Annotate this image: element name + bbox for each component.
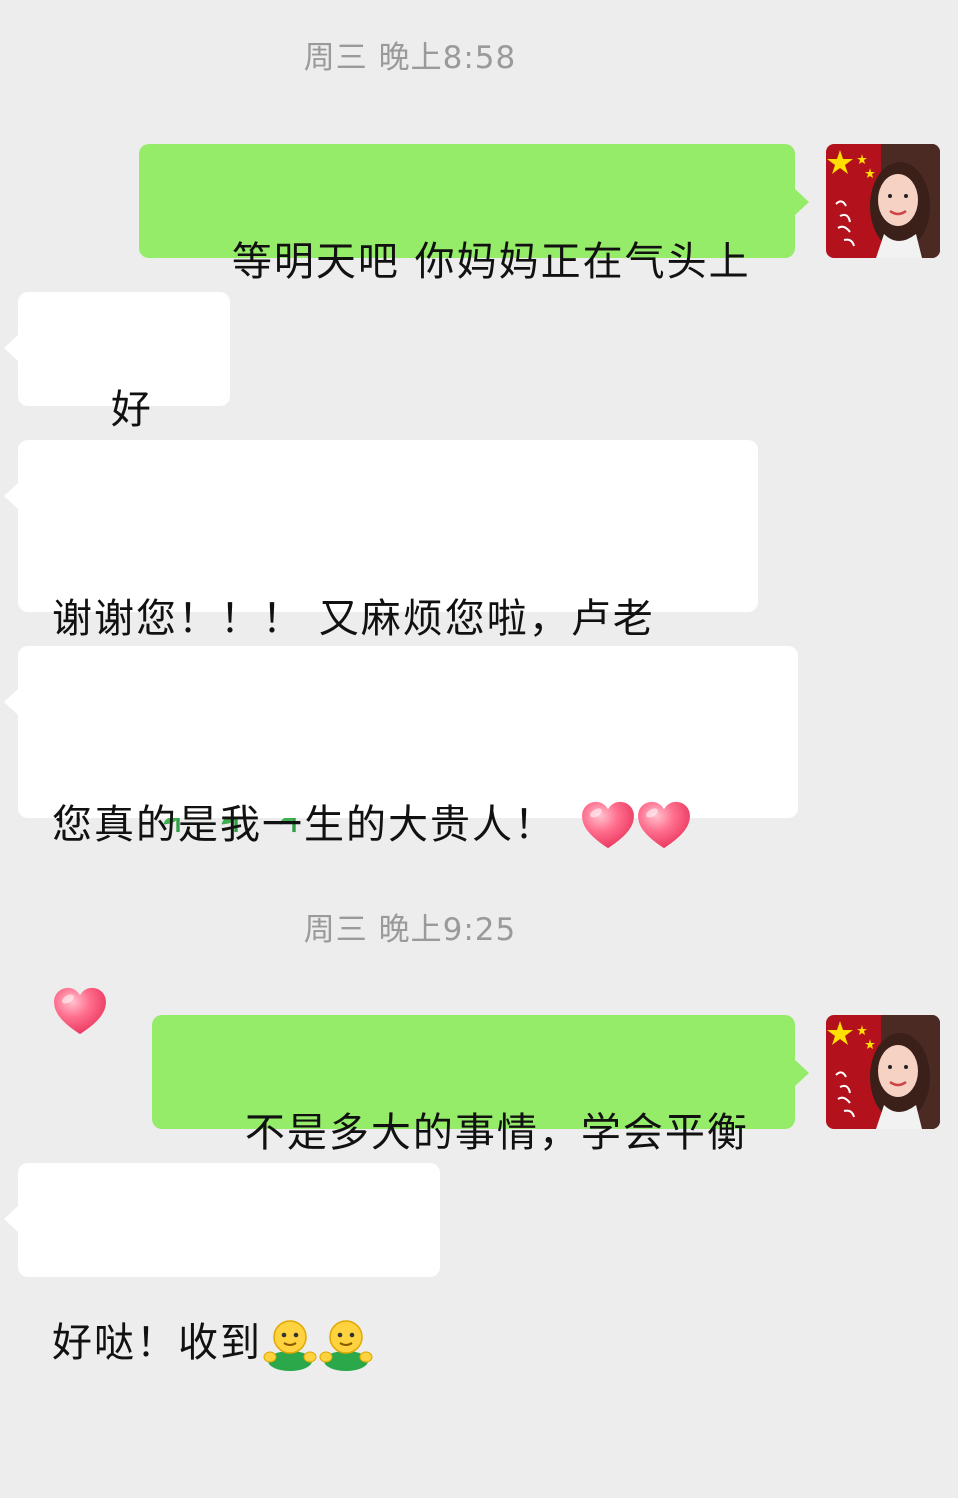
outgoing-message-bubble[interactable]: 等明天吧 你妈妈正在气头上 bbox=[139, 144, 809, 285]
incoming-message-bubble[interactable]: 谢谢您！！！ 又麻烦您啦，卢老 师！ bbox=[4, 440, 758, 612]
message-timestamp: 周三 晚上9:25 bbox=[303, 912, 517, 948]
user-avatar-icon[interactable] bbox=[826, 1015, 940, 1129]
hug-icon bbox=[262, 1315, 318, 1371]
message-text: 不是多大的事情，学会平衡 bbox=[244, 1110, 749, 1156]
message-text-line: 您真的是我一生的大贵人！ bbox=[52, 794, 764, 856]
message-text-line: 谢谢您！！！ 又麻烦您啦，卢老 bbox=[52, 596, 655, 642]
hug-icon bbox=[318, 1315, 374, 1371]
incoming-message-bubble[interactable]: 您真的是我一生的大贵人！ bbox=[4, 646, 798, 818]
outgoing-message-bubble[interactable]: 不是多大的事情，学会平衡 bbox=[152, 1015, 809, 1156]
message-text: 好哒！收到 bbox=[52, 1320, 262, 1366]
heart-icon bbox=[52, 986, 108, 1036]
message-text-line: 好哒！收到 bbox=[52, 1312, 406, 1374]
message-timestamp: 周三 晚上8:58 bbox=[303, 40, 517, 76]
incoming-message-bubble[interactable]: 好哒！ bbox=[4, 292, 230, 495]
heart-icon bbox=[580, 800, 636, 850]
message-text: 您真的是我一生的大贵人！ bbox=[52, 802, 556, 848]
heart-icon bbox=[636, 800, 692, 850]
user-avatar-icon[interactable] bbox=[826, 144, 940, 258]
message-text: 等明天吧 你妈妈正在气头上 bbox=[231, 239, 751, 285]
incoming-message-bubble[interactable]: 好哒！收到 bbox=[4, 1163, 440, 1277]
